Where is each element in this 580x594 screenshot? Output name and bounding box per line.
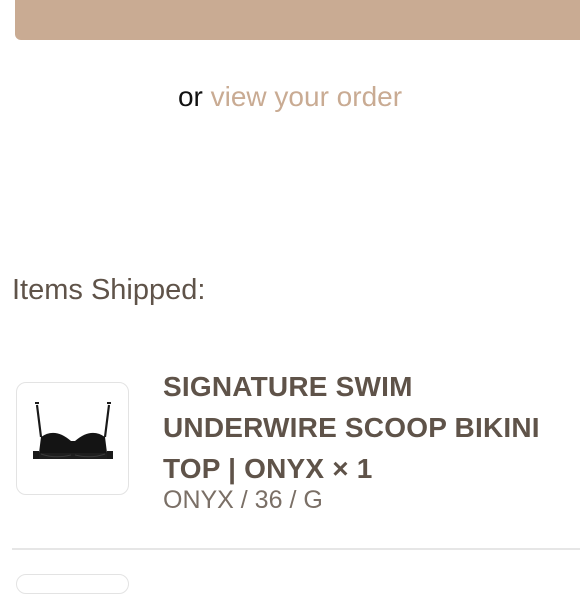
items-shipped-heading: Items Shipped:	[12, 274, 206, 306]
view-order-line: or view your order	[0, 80, 580, 114]
shipped-item-row: SIGNATURE SWIM UNDERWIRE SCOOP BIKINI TO…	[15, 366, 580, 516]
primary-action-button[interactable]	[15, 0, 580, 40]
item-divider	[12, 548, 580, 550]
product-thumbnail[interactable]	[16, 382, 129, 495]
bikini-top-icon	[33, 402, 113, 459]
next-product-thumbnail[interactable]	[16, 574, 129, 594]
view-order-link[interactable]: view your order	[211, 81, 402, 112]
order-link-prefix: or	[177, 81, 203, 112]
item-title: SIGNATURE SWIM UNDERWIRE SCOOP BIKINI TO…	[163, 371, 540, 484]
item-variant: ONYX / 36 / G	[163, 486, 323, 514]
